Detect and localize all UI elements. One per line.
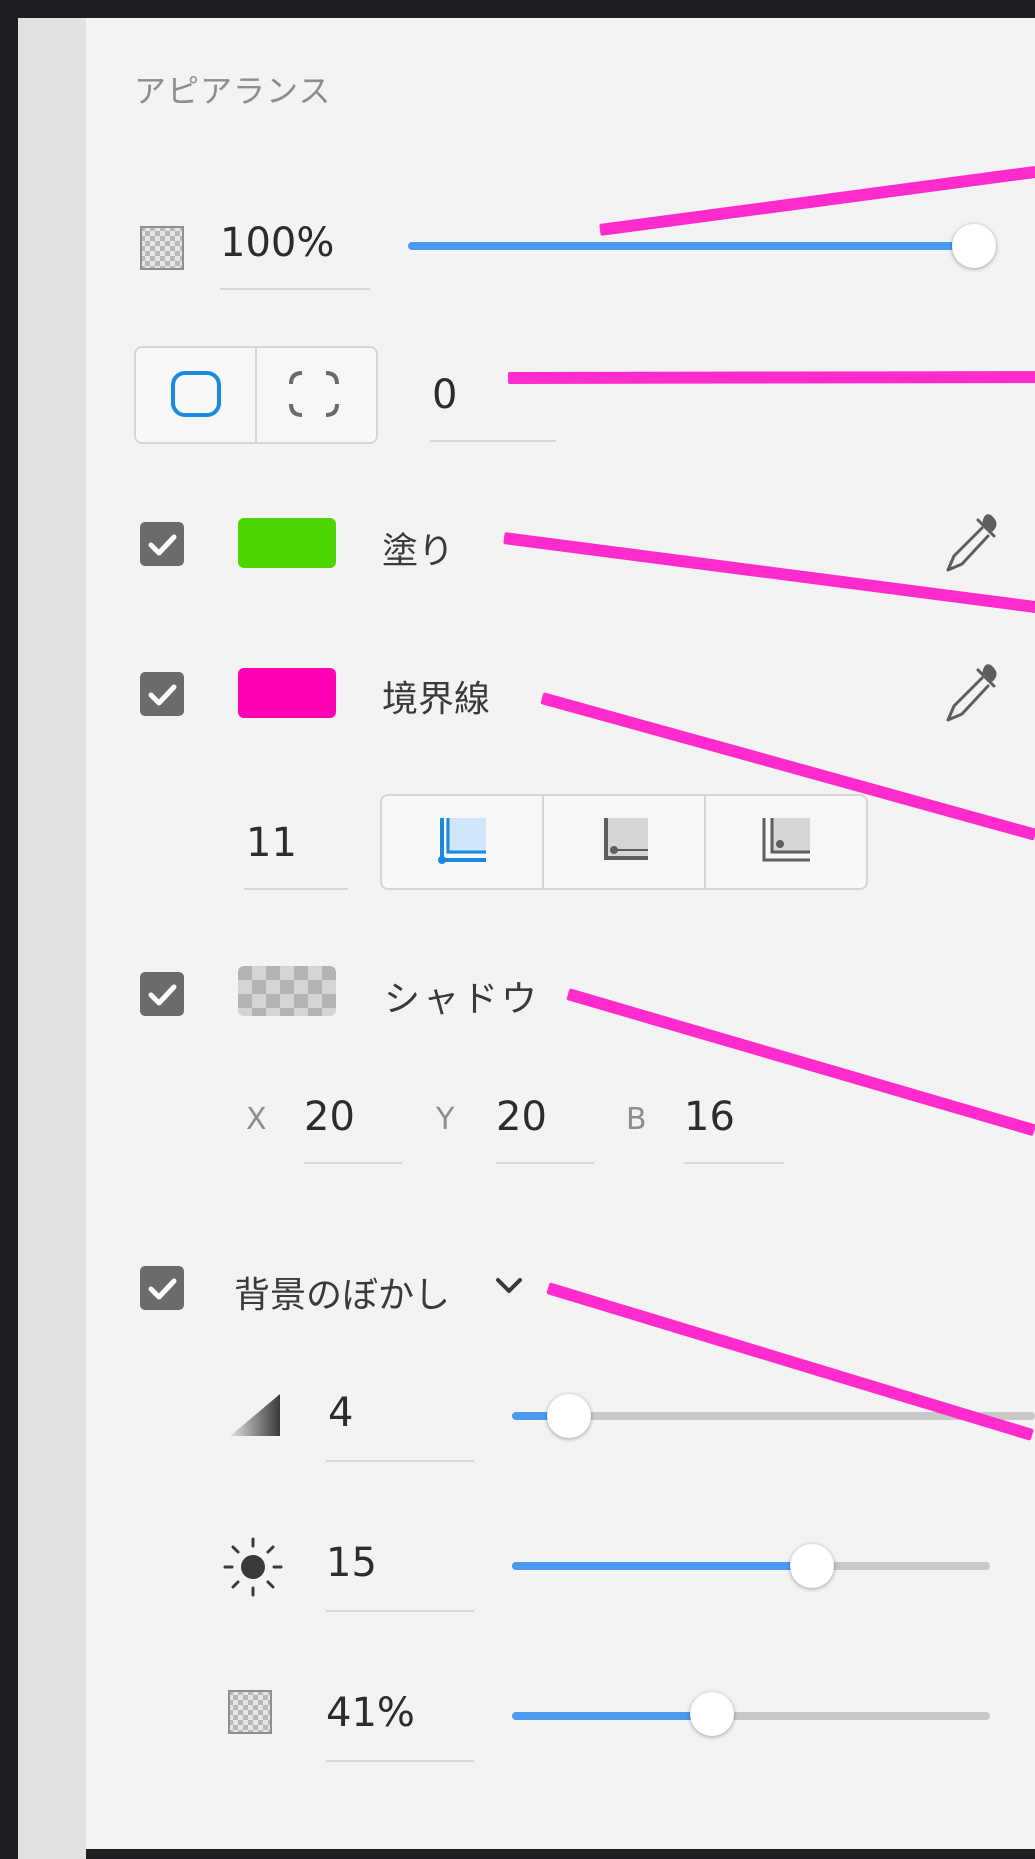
center-stroke-icon[interactable] [596, 814, 652, 868]
stroke-alignment-divider [704, 796, 706, 888]
corner-mode-divider [255, 348, 257, 442]
eyedropper-icon[interactable] [938, 514, 1000, 576]
checkbox-check-icon [148, 984, 177, 1006]
eyedropper-icon[interactable] [938, 664, 1000, 726]
corner-radius-underline [430, 440, 556, 442]
blur-opacity-value[interactable]: 41% [326, 1690, 415, 1736]
shadow-y-value[interactable]: 20 [496, 1094, 547, 1140]
checkbox-check-icon [148, 534, 177, 556]
shadow-x-value[interactable]: 20 [304, 1094, 355, 1140]
blur-amount-slider-knob[interactable] [547, 1394, 591, 1438]
shadow-label: シャドウ [384, 979, 541, 1020]
shadow-y-label: Y [436, 1102, 455, 1137]
checkbox-check-icon [148, 1278, 177, 1300]
checkbox-check-icon [148, 684, 177, 706]
brightness-slider-knob[interactable] [790, 1544, 834, 1588]
opacity-underline [220, 288, 370, 290]
stroke-alignment-divider [542, 796, 544, 888]
fill-color-swatch[interactable] [238, 518, 336, 568]
transparency-icon [140, 226, 184, 270]
uniform-corners-icon[interactable] [170, 370, 222, 418]
corner-radius-value[interactable]: 0 [432, 372, 457, 418]
border-label: 境界線 [382, 679, 491, 720]
blur-opacity-underline [326, 1760, 474, 1762]
blur-amount-icon [228, 1390, 282, 1440]
callout-line-corner [507, 371, 1035, 384]
fill-checkbox[interactable] [140, 522, 184, 566]
blur-amount-value[interactable]: 4 [328, 1390, 353, 1436]
independent-corners-icon[interactable] [288, 370, 340, 418]
transparency-icon [228, 1690, 272, 1734]
blur-opacity-slider-knob[interactable] [690, 1692, 734, 1736]
shadow-y-underline [496, 1162, 594, 1164]
section-title: アピアランス [134, 72, 332, 110]
border-checkbox[interactable] [140, 672, 184, 716]
chevron-down-icon[interactable] [494, 1274, 524, 1298]
border-width-value[interactable]: 11 [246, 820, 297, 866]
shadow-checkbox[interactable] [140, 972, 184, 1016]
blur-amount-underline [326, 1460, 474, 1462]
brightness-icon [222, 1536, 284, 1598]
left-gutter [18, 18, 86, 1859]
fill-label: 塗り [382, 531, 455, 572]
border-width-underline [244, 888, 348, 890]
opacity-slider-track[interactable] [408, 242, 974, 250]
border-color-swatch[interactable] [238, 668, 336, 718]
opacity-slider-knob[interactable] [952, 224, 996, 268]
opacity-value[interactable]: 100% [220, 220, 334, 266]
bg-blur-checkbox[interactable] [140, 1266, 184, 1310]
shadow-swatch-icon[interactable] [238, 966, 336, 1016]
blur-opacity-slider-fill [512, 1712, 712, 1720]
shadow-b-label: B [626, 1102, 647, 1137]
brightness-value[interactable]: 15 [326, 1540, 377, 1586]
bg-blur-label: 背景のぼかし [234, 1275, 451, 1316]
shadow-b-underline [684, 1162, 784, 1164]
shadow-b-value[interactable]: 16 [684, 1094, 735, 1140]
outer-stroke-icon[interactable] [758, 814, 814, 868]
shadow-x-underline [304, 1162, 402, 1164]
brightness-underline [326, 1610, 474, 1612]
shadow-x-label: X [246, 1102, 267, 1137]
inner-stroke-icon[interactable] [434, 814, 490, 868]
brightness-slider-fill [512, 1562, 812, 1570]
